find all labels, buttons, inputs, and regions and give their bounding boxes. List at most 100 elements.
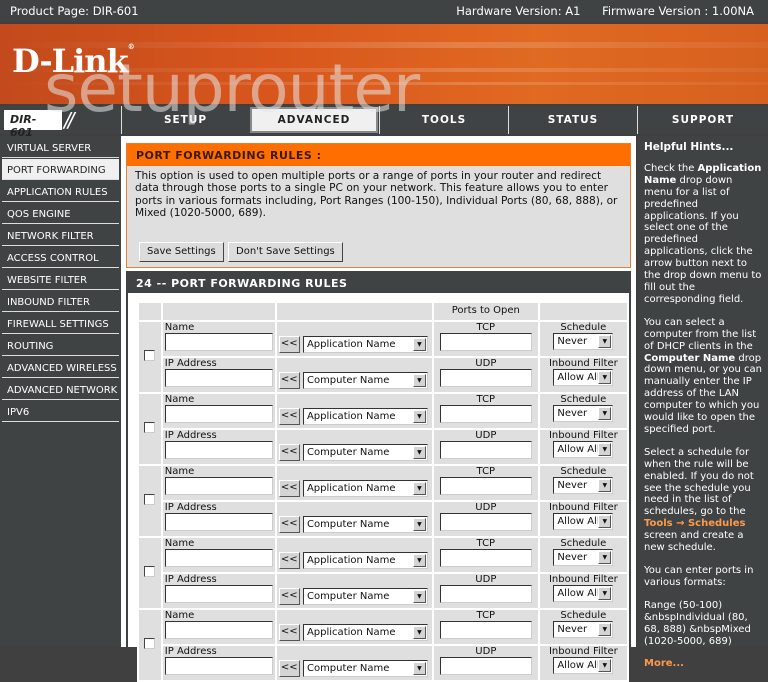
dont-save-settings-button[interactable]: Don't Save Settings <box>228 242 343 262</box>
rule-name-input[interactable] <box>164 333 273 351</box>
ip-address-input[interactable] <box>164 585 273 603</box>
rule-enable-checkbox[interactable] <box>144 350 156 361</box>
sidebar-item-virtual-server[interactable]: VIRTUAL SERVER <box>2 137 119 158</box>
sidebar-item-inbound-filter[interactable]: INBOUND FILTER <box>2 291 119 312</box>
computer-name-select[interactable]: Computer Name ▼ <box>302 372 428 389</box>
tcp-ports-input[interactable] <box>439 405 532 423</box>
computer-name-select[interactable]: Computer Name ▼ <box>302 516 428 533</box>
chevron-down-icon: ▼ <box>412 626 426 639</box>
schedule-select[interactable]: Never ▼ <box>553 549 614 566</box>
rule-enable-checkbox[interactable] <box>144 566 156 577</box>
udp-ports-input[interactable] <box>439 369 532 387</box>
computer-name-select[interactable]: Computer Name ▼ <box>302 588 428 605</box>
name-label: Name <box>164 538 195 549</box>
udp-label: UDP <box>475 646 497 657</box>
application-name-select[interactable]: Application Name ▼ <box>302 336 428 353</box>
tab-status[interactable]: STATUS <box>508 106 637 134</box>
sidebar-item-network-filter[interactable]: NETWORK FILTER <box>2 225 119 246</box>
inbound-filter-select[interactable]: Allow All ▼ <box>553 369 614 386</box>
udp-ports-input[interactable] <box>439 657 532 675</box>
fill-app-button[interactable]: << <box>278 480 300 497</box>
udp-ports-input[interactable] <box>439 585 532 603</box>
model-badge: DIR-601 // <box>2 108 120 139</box>
fill-app-button[interactable]: << <box>278 336 300 353</box>
ip-address-input[interactable] <box>164 369 273 387</box>
udp-ports-input[interactable] <box>439 513 532 531</box>
save-settings-button[interactable]: Save Settings <box>139 242 224 262</box>
schedule-select[interactable]: Never ▼ <box>553 621 614 638</box>
section-title: PORT FORWARDING RULES : <box>127 144 630 166</box>
tab-advanced[interactable]: ADVANCED <box>250 107 378 133</box>
rule-enable-checkbox[interactable] <box>144 494 156 505</box>
rule-name-input[interactable] <box>164 621 273 639</box>
inbound-filter-select[interactable]: Allow All ▼ <box>553 657 614 674</box>
sidebar-item-ipv6[interactable]: IPV6 <box>2 401 119 422</box>
tcp-ports-input[interactable] <box>439 477 532 495</box>
table-row: Name << Application Name ▼ TCP Schedule Never… <box>139 610 627 680</box>
sidebar-item-port-forwarding[interactable]: PORT FORWARDING <box>2 159 119 180</box>
ip-address-label: IP Address <box>164 502 217 513</box>
rule-name-input[interactable] <box>164 549 273 567</box>
schedule-select[interactable]: Never ▼ <box>553 405 614 422</box>
inbound-filter-label: Inbound Filter <box>548 646 618 657</box>
sidebar-item-routing[interactable]: ROUTING <box>2 335 119 356</box>
application-name-select[interactable]: Application Name ▼ <box>302 408 428 425</box>
sidebar-item-qos-engine[interactable]: QOS ENGINE <box>2 203 119 224</box>
fill-app-button[interactable]: << <box>278 624 300 641</box>
rule-name-input[interactable] <box>164 477 273 495</box>
tools-schedules-link[interactable]: Tools → Schedules <box>644 518 745 529</box>
rule-enable-checkbox[interactable] <box>144 638 156 649</box>
sidebar-item-advanced-wireless[interactable]: ADVANCED WIRELESS <box>2 357 119 378</box>
header-banner: D-Link® <box>0 24 768 104</box>
inbound-filter-select[interactable]: Allow All ▼ <box>553 585 614 602</box>
inbound-filter-label: Inbound Filter <box>548 430 618 441</box>
tab-tools[interactable]: TOOLS <box>379 106 508 134</box>
inbound-filter-select[interactable]: Allow All ▼ <box>553 441 614 458</box>
sidebar-item-access-control[interactable]: ACCESS CONTROL <box>2 247 119 268</box>
computer-name-select[interactable]: Computer Name ▼ <box>302 660 428 677</box>
chevron-down-icon: ▼ <box>412 482 426 495</box>
application-name-select[interactable]: Application Name ▼ <box>302 552 428 569</box>
chevron-down-icon: ▼ <box>412 338 426 351</box>
tcp-ports-input[interactable] <box>439 621 532 639</box>
computer-name-select[interactable]: Computer Name ▼ <box>302 444 428 461</box>
application-name-select[interactable]: Application Name ▼ <box>302 480 428 497</box>
ip-address-input[interactable] <box>164 657 273 675</box>
application-name-select[interactable]: Application Name ▼ <box>302 624 428 641</box>
rule-enable-checkbox[interactable] <box>144 422 156 433</box>
tab-setup[interactable]: SETUP <box>121 106 249 134</box>
ip-address-input[interactable] <box>164 441 273 459</box>
sidebar-item-website-filter[interactable]: WEBSITE FILTER <box>2 269 119 290</box>
hint-computer-name: You can select a computer from the list … <box>644 316 763 435</box>
sidebar-item-advanced-network[interactable]: ADVANCED NETWORK <box>2 379 119 400</box>
fill-computer-button[interactable]: << <box>278 516 300 533</box>
rules-panel: 24 -- PORT FORWARDING RULES Ports to Ope… <box>126 271 631 682</box>
main-content: PORT FORWARDING RULES : This option is u… <box>121 136 636 682</box>
inbound-filter-select[interactable]: Allow All ▼ <box>553 513 614 530</box>
inbound-filter-label: Inbound Filter <box>548 358 618 369</box>
tcp-ports-input[interactable] <box>439 549 532 567</box>
sidebar-item-firewall-settings[interactable]: FIREWALL SETTINGS <box>2 313 119 334</box>
udp-ports-input[interactable] <box>439 441 532 459</box>
dlink-logo: D-Link® <box>12 42 135 80</box>
table-row-sub: IP Address << Computer Name ▼ UDP Inbound Fi… <box>139 358 627 392</box>
rule-name-input[interactable] <box>164 405 273 423</box>
model-slashes: // <box>64 108 75 132</box>
tab-support[interactable]: SUPPORT <box>637 106 768 134</box>
fill-computer-button[interactable]: << <box>278 444 300 461</box>
hint-schedule: Select a schedule for when the rule will… <box>644 446 754 554</box>
hint-port-formats: You can enter ports in various formats: <box>644 565 754 588</box>
fill-computer-button[interactable]: << <box>278 372 300 389</box>
fill-app-button[interactable]: << <box>278 552 300 569</box>
schedule-select[interactable]: Never ▼ <box>553 477 614 494</box>
more-link[interactable]: More... <box>644 658 762 670</box>
ip-address-input[interactable] <box>164 513 273 531</box>
fill-app-button[interactable]: << <box>278 408 300 425</box>
table-row: Name << Application Name ▼ TCP Schedule Never… <box>139 466 627 536</box>
tcp-ports-input[interactable] <box>439 333 532 351</box>
sidebar-item-application-rules[interactable]: APPLICATION RULES <box>2 181 119 202</box>
fill-computer-button[interactable]: << <box>278 588 300 605</box>
schedule-select[interactable]: Never ▼ <box>553 333 614 350</box>
chevron-down-icon: ▼ <box>598 587 612 600</box>
fill-computer-button[interactable]: << <box>278 660 300 677</box>
